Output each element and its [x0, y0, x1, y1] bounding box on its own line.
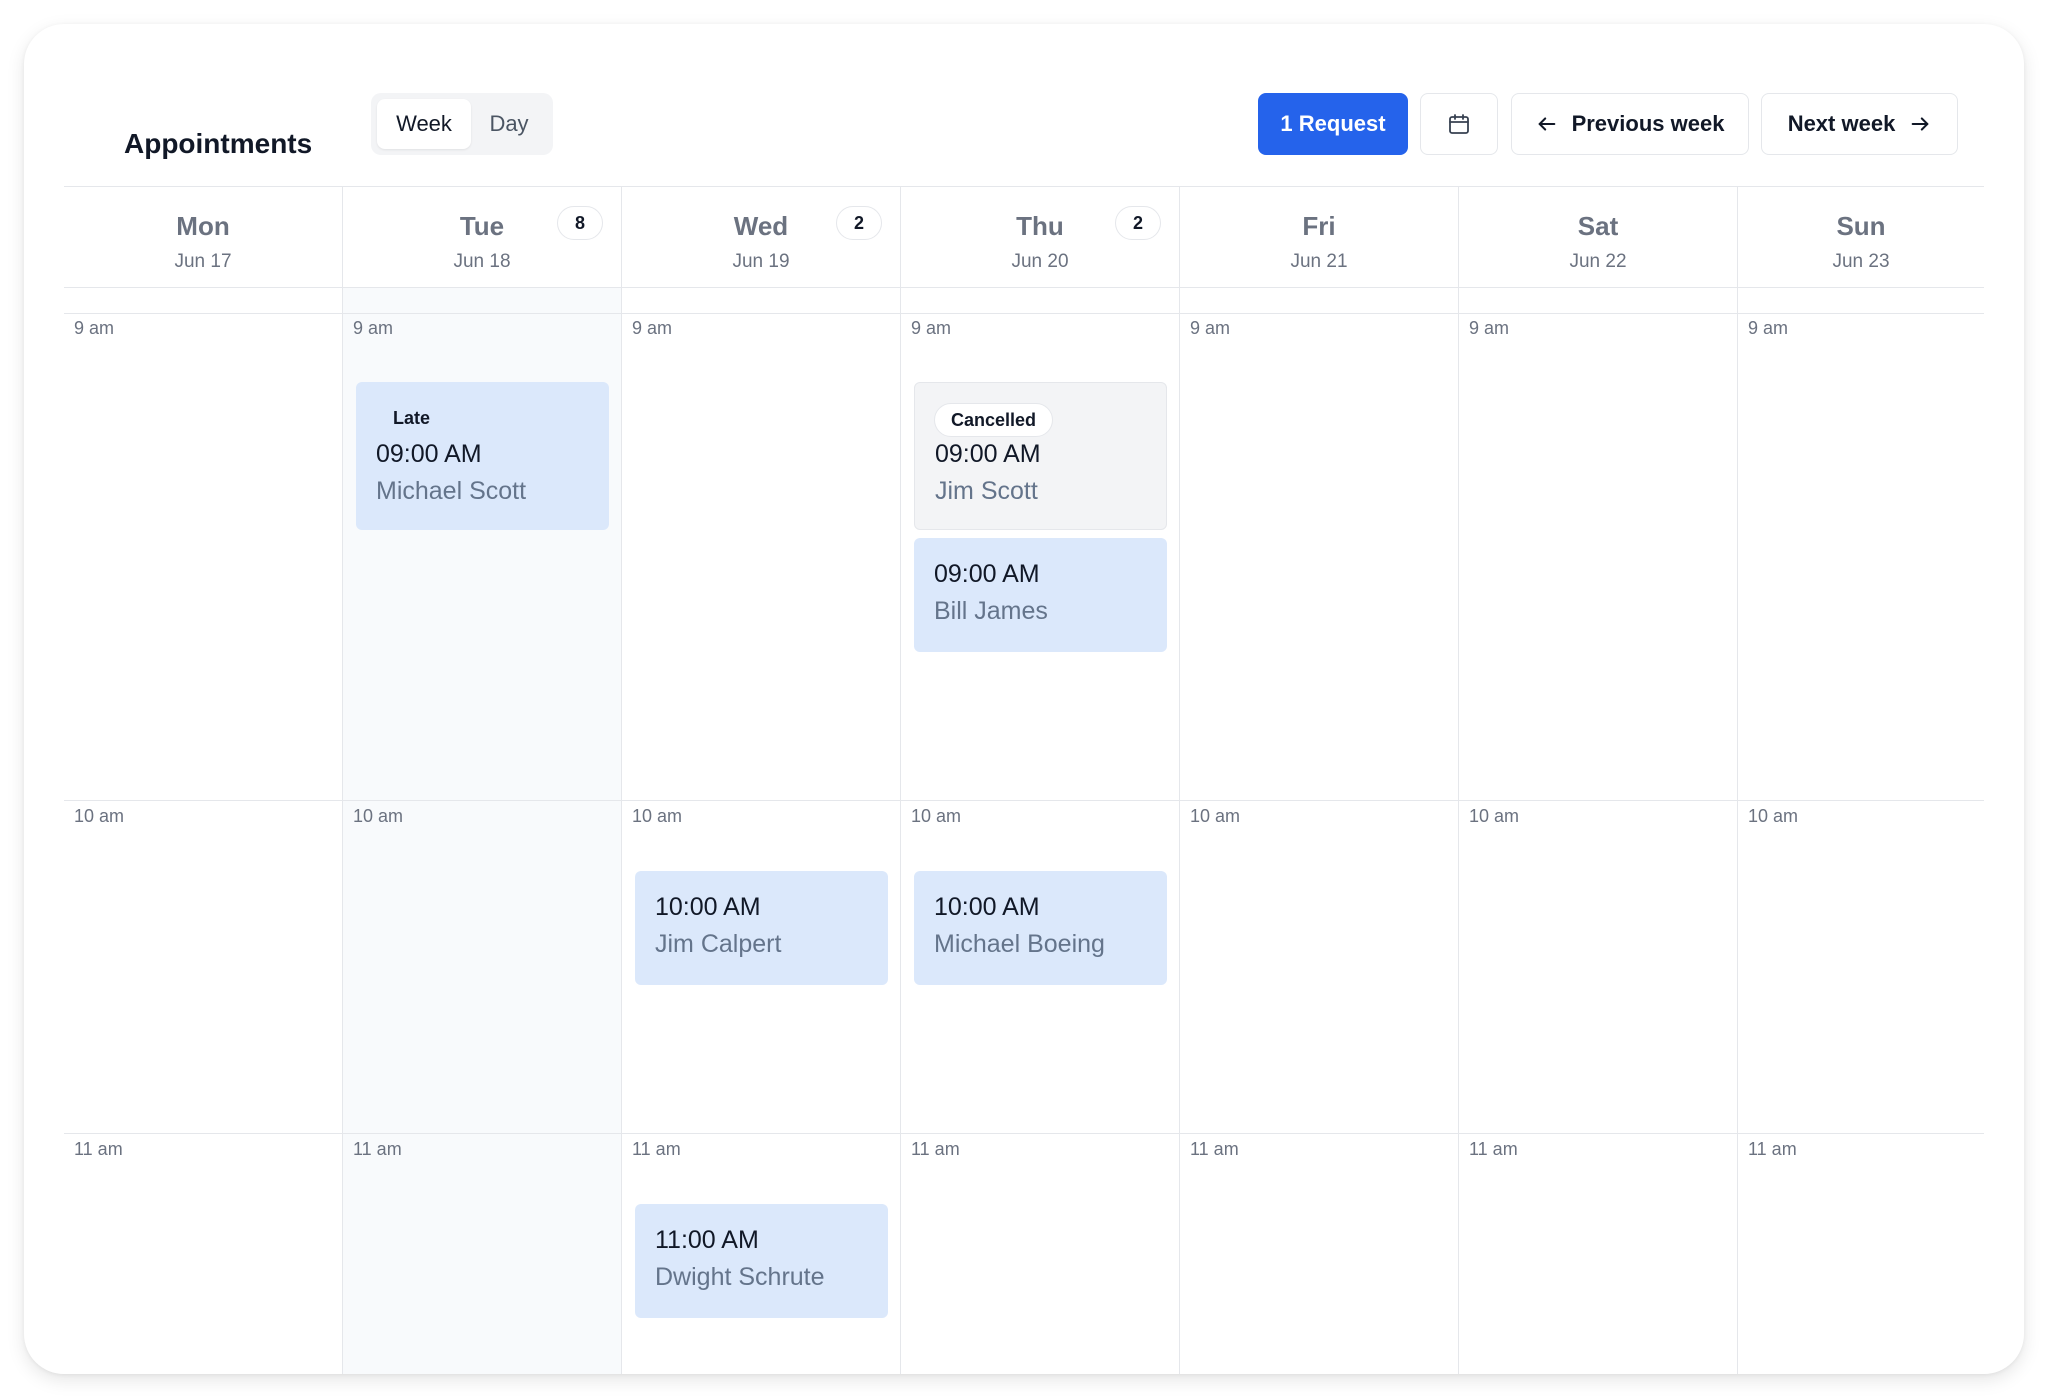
- day-date: Jun 22: [1569, 251, 1627, 272]
- appointment-time: 09:00 AM: [376, 440, 482, 468]
- appointment-patient: Jim Scott: [935, 477, 1038, 505]
- day-view-button[interactable]: Day: [471, 99, 547, 149]
- hour-label: 11 am: [353, 1139, 402, 1159]
- hour-label: 9 am: [911, 318, 952, 338]
- cancelled-badge: Cancelled: [934, 403, 1054, 437]
- all-day-band: [1459, 288, 1737, 314]
- hour-label: 10 am: [74, 806, 125, 826]
- appointment-card[interactable]: 11:00 AM Dwight Schrute: [635, 1204, 888, 1318]
- day-column-tue[interactable]: Tue Jun 18 8 9 am 10 am 11 am Late 09:00…: [343, 187, 622, 1374]
- day-name: Mon: [176, 211, 230, 241]
- appointment-patient: Jim Calpert: [655, 930, 782, 958]
- day-column-thu[interactable]: Thu Jun 20 2 9 am 10 am 11 am Cancelled …: [901, 187, 1180, 1374]
- appointment-time: 09:00 AM: [934, 560, 1040, 588]
- hour-divider: [64, 800, 1984, 801]
- all-day-band: [343, 288, 621, 314]
- appointment-count-badge: 2: [836, 206, 882, 240]
- hour-label: 11 am: [632, 1139, 681, 1159]
- day-name: Sat: [1577, 211, 1619, 241]
- next-week-label: Next week: [1787, 111, 1896, 136]
- day-column-fri[interactable]: Fri Jun 21 9 am 10 am 11 am: [1180, 187, 1459, 1374]
- day-header: Fri Jun 21: [1180, 187, 1458, 288]
- previous-week-button[interactable]: Previous week: [1511, 93, 1749, 155]
- hour-label: 10 am: [632, 806, 683, 826]
- hour-label: 11 am: [1748, 1139, 1797, 1159]
- day-date: Jun 23: [1832, 251, 1890, 272]
- request-button[interactable]: 1 Request: [1258, 93, 1408, 155]
- day-name: Fri: [1302, 211, 1336, 241]
- hour-label: 10 am: [353, 806, 404, 826]
- next-week-button[interactable]: Next week: [1761, 93, 1958, 155]
- all-day-band: [901, 288, 1179, 314]
- appointment-patient: Michael Boeing: [934, 930, 1105, 958]
- appointment-count-badge: 8: [557, 206, 603, 240]
- day-header: Wed Jun 19 2: [622, 187, 900, 288]
- page-title: Appointments: [124, 128, 313, 159]
- appointment-time: 09:00 AM: [935, 440, 1041, 468]
- all-day-band: [622, 288, 900, 314]
- appointment-patient: Michael Scott: [376, 477, 527, 505]
- week-grid: Mon Jun 17 9 am 10 am 11 am Tue Jun 18 8…: [64, 186, 1984, 1374]
- day-header: Sun Jun 23: [1738, 187, 1984, 288]
- day-column-sun[interactable]: Sun Jun 23 9 am 10 am 11 am: [1738, 187, 1984, 1374]
- day-header: Sat Jun 22: [1459, 187, 1737, 288]
- appointment-card[interactable]: Late 09:00 AM Michael Scott: [356, 382, 609, 530]
- appointment-card[interactable]: Cancelled 09:00 AM Jim Scott: [914, 382, 1167, 530]
- hour-label: 10 am: [1469, 806, 1520, 826]
- week-view-button[interactable]: Week: [377, 99, 471, 149]
- day-date: Jun 21: [1290, 251, 1348, 272]
- appointment-patient: Bill James: [934, 597, 1048, 625]
- hour-label: 9 am: [74, 318, 115, 338]
- arrow-left-icon: [1536, 113, 1558, 135]
- appointment-card[interactable]: 10:00 AM Jim Calpert: [635, 871, 888, 985]
- appointment-patient: Dwight Schrute: [655, 1263, 825, 1291]
- day-column-sat[interactable]: Sat Jun 22 9 am 10 am 11 am: [1459, 187, 1738, 1374]
- hour-label: 10 am: [911, 806, 962, 826]
- view-toggle: Week Day: [371, 93, 553, 155]
- day-date: Jun 17: [174, 251, 232, 272]
- hour-label: 11 am: [1190, 1139, 1239, 1159]
- day-column-wed[interactable]: Wed Jun 19 2 9 am 10 am 11 am 10:00 AM J…: [622, 187, 901, 1374]
- day-header: Mon Jun 17: [64, 187, 342, 288]
- arrow-right-icon: [1909, 113, 1931, 135]
- appointment-count-badge: 2: [1115, 206, 1161, 240]
- day-date: Jun 20: [1011, 251, 1069, 272]
- hour-label: 11 am: [74, 1139, 123, 1159]
- day-column-mon[interactable]: Mon Jun 17 9 am 10 am 11 am: [64, 187, 343, 1374]
- calendar-icon: [1447, 112, 1471, 136]
- all-day-band: [1180, 288, 1458, 314]
- hour-label: 11 am: [1469, 1139, 1518, 1159]
- day-header: Tue Jun 18 8: [343, 187, 621, 288]
- all-day-band: [1738, 288, 1984, 314]
- day-date: Jun 19: [732, 251, 790, 272]
- hour-divider: [64, 1133, 1984, 1134]
- previous-week-label: Previous week: [1571, 111, 1725, 136]
- appointment-time: 10:00 AM: [934, 893, 1040, 921]
- hour-label: 9 am: [1190, 318, 1231, 338]
- hour-label: 10 am: [1190, 806, 1241, 826]
- day-date: Jun 18: [453, 251, 511, 272]
- hour-label: 9 am: [1469, 318, 1510, 338]
- appointment-time: 11:00 AM: [655, 1226, 759, 1254]
- calendar-header: Appointments Week Day 1 Request Previous…: [24, 24, 2024, 210]
- appointment-card[interactable]: 09:00 AM Bill James: [914, 538, 1167, 652]
- appointments-card: Appointments Week Day 1 Request Previous…: [24, 24, 2024, 1374]
- day-name: Sun: [1836, 211, 1886, 241]
- late-tag: Late: [393, 408, 431, 428]
- all-day-band: [64, 288, 342, 314]
- hour-label: 11 am: [911, 1139, 960, 1159]
- hour-label: 9 am: [632, 318, 673, 338]
- appointment-time: 10:00 AM: [655, 893, 761, 921]
- appointment-card[interactable]: 10:00 AM Michael Boeing: [914, 871, 1167, 985]
- hour-label: 9 am: [353, 318, 394, 338]
- hour-label: 10 am: [1748, 806, 1799, 826]
- day-header: Thu Jun 20 2: [901, 187, 1179, 288]
- hour-label: 9 am: [1748, 318, 1789, 338]
- calendar-picker-button[interactable]: [1420, 93, 1498, 155]
